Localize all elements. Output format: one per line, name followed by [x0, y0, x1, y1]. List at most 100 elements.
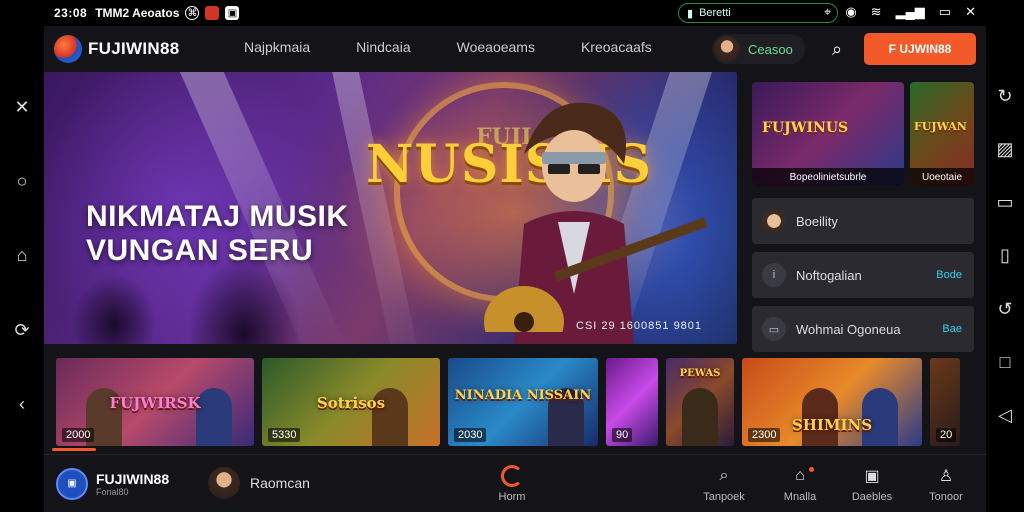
square-icon[interactable]: □ [991, 348, 1019, 376]
game-card[interactable]: 90 [606, 358, 658, 446]
box-icon: ▣ [864, 468, 880, 485]
nav-item-2[interactable]: Nindcaia [356, 39, 410, 55]
list-item-badge: Bode [936, 269, 962, 281]
coin-icon [762, 209, 786, 233]
tab-label: Tonoor [929, 491, 963, 503]
side-panel: FUJWINUS Bopeolinietsubrle FUJWAN Uoeota… [752, 82, 974, 352]
brand-name: FUJIWIN88 [88, 39, 180, 58]
tab-label: Tanpoek [703, 491, 745, 503]
hero-headline: NIKMATAJ MUSIK VUNGAN SERU [86, 200, 349, 268]
game-price: 2300 [748, 428, 781, 442]
screenshot-icon[interactable]: ▨ [991, 136, 1019, 164]
left-system-nav: ✕ ○ ⌂ ⟳ ‹ [0, 0, 44, 512]
rotate-icon[interactable]: ↺ [991, 295, 1019, 323]
nav-item-4[interactable]: Kreoacaafs [581, 39, 652, 55]
game-title: Sotrisos [316, 394, 386, 412]
hero-meta: CSI 29 1600851 9801 [576, 320, 703, 332]
search-icon[interactable]: ⌕ [824, 36, 850, 62]
status-pill-text: Beretti [699, 7, 731, 19]
tab-label: Horm [498, 491, 526, 503]
game-title: FUJWIRSK [109, 394, 201, 412]
game-price: 20 [936, 428, 957, 442]
list-item[interactable]: ▭ Wohmai Ogoneua Bae [752, 306, 974, 352]
featured-title: FUJWAN [914, 120, 967, 133]
tab-profile[interactable]: ♙ Tonoor [914, 465, 978, 503]
message-icon[interactable]: ▭ [991, 189, 1019, 217]
back-icon[interactable]: ‹ [8, 391, 36, 419]
back-triangle-icon[interactable]: ◁ [991, 401, 1019, 429]
avatar [208, 467, 240, 499]
avatar [714, 36, 740, 62]
user-name: Ceasoo [748, 41, 793, 57]
list-item[interactable]: i Noftogalian Bode [752, 252, 974, 298]
brand-logo-icon: ▣ [56, 467, 88, 500]
list-item[interactable]: Boeility [752, 198, 974, 244]
shuffle-icon[interactable]: ✕ [8, 93, 36, 121]
status-carrier: TMM2 Aeoatos [95, 6, 180, 20]
wifi-icon: ≋ [870, 4, 882, 19]
lock-icon: ▮ [687, 7, 694, 20]
rotate-icon[interactable]: ⟳ [8, 316, 36, 344]
game-price: 90 [612, 428, 633, 442]
device-frame: ✕ ○ ⌂ ⟳ ‹ ↻ ▨ ▭ ▯ ↺ □ ◁ 23:08 TMM2 Aeoat… [0, 0, 1024, 512]
hero-banner[interactable]: FUJI NUSISHS NIKMATAJ MUSIK VUNGAN SERU [44, 72, 737, 344]
brand-mark-icon [54, 35, 82, 63]
app-icon [205, 6, 220, 20]
featured-label: Uoeotaie [910, 168, 974, 186]
bottom-user[interactable]: Raomcan [208, 467, 310, 499]
list-item-label: Wohmai Ogoneua [796, 321, 901, 337]
user-chip[interactable]: Ceasoo [712, 34, 805, 64]
home-outline-icon[interactable]: ⌂ [8, 242, 36, 270]
list-item-label: Noftogalian [796, 267, 862, 283]
hero-headline-line1: NIKMATAJ MUSIK [86, 200, 349, 233]
game-price: 2030 [454, 428, 487, 442]
bottom-brand[interactable]: ▣ FUJIWIN88 Fonal80 [56, 467, 170, 500]
main-nav: Najpkmaia Nindcaia Woeaoeams Kreoacaafs [244, 39, 652, 55]
home-circle-icon[interactable]: ○ [8, 168, 36, 196]
battery-icon: ▭ [938, 4, 952, 19]
phone-icon[interactable]: ▯ [991, 242, 1019, 270]
game-price: 2000 [62, 428, 95, 442]
bottom-brand-name: FUJIWIN88 [96, 470, 170, 487]
game-card[interactable]: FUJWIRSK 2000 [56, 358, 254, 446]
tab-label: Daebles [851, 491, 893, 503]
notification-icon: ⌘ [185, 6, 200, 20]
nav-item-1[interactable]: Najpkmaia [244, 39, 310, 55]
game-card[interactable]: NINADIA NISSAIN 2030 [448, 358, 598, 446]
info-icon: i [762, 263, 786, 287]
side-list: Boeility i Noftogalian Bode ▭ Wohmai Ogo… [752, 198, 974, 352]
game-title: PEWAS [679, 368, 721, 379]
nav-item-3[interactable]: Woeaoeams [457, 39, 535, 55]
status-pill[interactable]: ▮ Beretti [678, 3, 838, 23]
status-icons: ⌖ ◉ ≋ ▂▄▆ ▭ ✕ [824, 4, 976, 20]
bag-icon: ⌂ [795, 467, 805, 484]
profile-icon: ♙ [938, 468, 954, 485]
top-header: FUJIWIN88 Najpkmaia Nindcaia Woeaoeams K… [44, 26, 986, 72]
refresh-icon[interactable]: ↻ [991, 83, 1019, 111]
wallet-icon: ▭ [762, 317, 786, 341]
game-price: 5330 [268, 428, 301, 442]
home-icon [501, 465, 523, 487]
tab-home[interactable]: Horm [480, 465, 544, 503]
bottom-brand-sub: Fonal80 [96, 486, 129, 497]
login-button[interactable]: F UJWIN88 [864, 33, 976, 65]
game-card[interactable]: PEWAS [666, 358, 734, 446]
carousel-indicator [52, 448, 96, 451]
signal-icon: ▂▄▆ [895, 4, 925, 19]
bottom-user-name: Raomcan [250, 475, 310, 491]
game-card[interactable]: Sotrisos 5330 [262, 358, 440, 446]
featured-card-2[interactable]: FUJWAN Uoeotaie [910, 82, 974, 186]
guitar-illustration [484, 217, 708, 332]
tab-bag[interactable]: ⌂ Mnalla [768, 465, 832, 503]
list-item-badge: Bae [942, 323, 962, 335]
tab-search[interactable]: ⌕ Tanpoek [692, 465, 756, 503]
right-system-nav: ↻ ▨ ▭ ▯ ↺ □ ◁ [986, 0, 1024, 512]
game-card[interactable]: 20 [930, 358, 960, 446]
tab-box[interactable]: ▣ Daebles [840, 465, 904, 503]
game-card[interactable]: SHIMINS 2300 [742, 358, 922, 446]
status-time: 23:08 [54, 6, 88, 20]
brand-logo[interactable]: FUJIWIN88 [54, 35, 180, 63]
hero-headline-line2: VUNGAN SERU [86, 234, 314, 267]
featured-card-1[interactable]: FUJWINUS Bopeolinietsubrle [752, 82, 904, 186]
bottom-bar: ▣ FUJIWIN88 Fonal80 Raomcan Horm ⌕ Tanpo… [44, 454, 986, 512]
